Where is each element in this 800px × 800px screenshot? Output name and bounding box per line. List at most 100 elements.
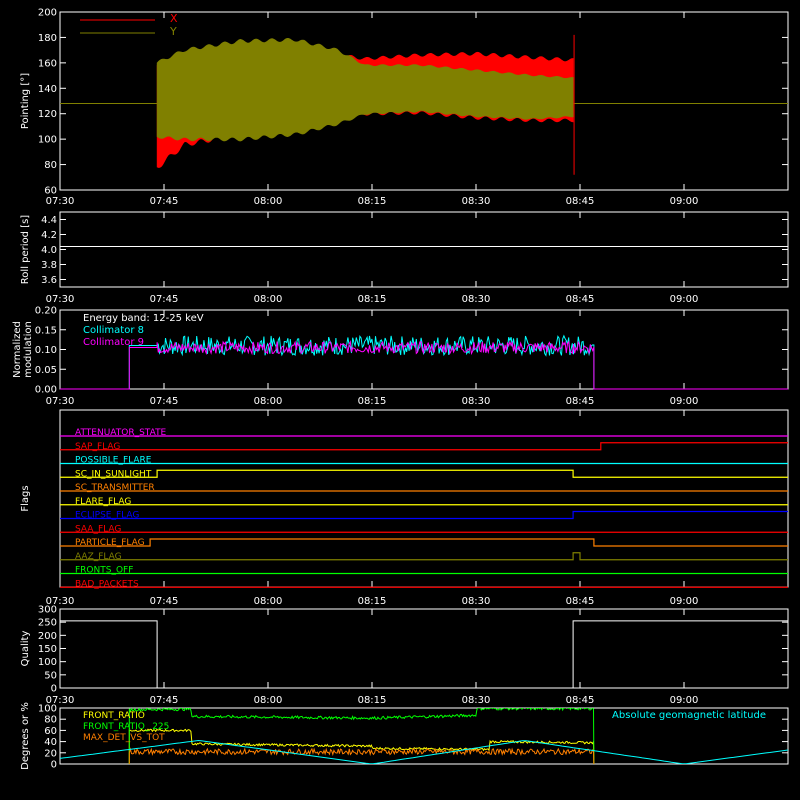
x-tick-label: 08:15	[358, 396, 387, 407]
x-tick-label: 08:30	[462, 695, 491, 706]
flag-label: BAD_PACKETS	[75, 579, 139, 589]
legend-label-y: Y	[169, 25, 177, 38]
y-tick-label: 100	[38, 135, 57, 146]
y-tick-label: 0	[51, 684, 57, 695]
y-tick-label: 4.4	[41, 215, 57, 226]
x-tick-label: 08:00	[254, 196, 283, 207]
y-tick-label: 3.6	[41, 275, 57, 286]
flag-line-aaz-flag	[60, 552, 788, 561]
x-tick-label: 08:15	[358, 596, 387, 607]
y-tick-label: 4.2	[41, 230, 57, 241]
x-tick-label: 08:15	[358, 695, 387, 706]
y-tick-label: 180	[38, 33, 57, 44]
y-tick-label: 50	[44, 670, 57, 681]
y-tick-label: 0.05	[35, 365, 57, 376]
y-tick-label: 40	[44, 737, 57, 748]
ratio-series-2	[128, 708, 595, 764]
legend-label-collimator-8: Collimator 8	[83, 325, 144, 336]
flag-label: FLARE_FLAG	[75, 497, 131, 507]
ratio-series-1	[128, 728, 595, 764]
plot-frame	[59, 211, 789, 288]
x-tick-label: 08:00	[254, 294, 283, 305]
x-tick-label: 07:45	[150, 196, 179, 207]
y-tick-label: 160	[38, 58, 57, 69]
ratio-series-3	[128, 747, 595, 764]
energy-band-annotation: Energy band: 12-25 keV	[83, 313, 204, 324]
x-tick-label: 09:00	[670, 596, 699, 607]
flag-line-sap-flag	[60, 442, 788, 451]
y-tick-label: 0	[51, 760, 57, 771]
x-tick-label: 09:00	[670, 294, 699, 305]
y-tick-label: 200	[38, 631, 57, 642]
y-axis-label: Normalizedmodulation	[12, 321, 34, 378]
flag-label: POSSIBLE_FLARE	[75, 456, 152, 466]
x-tick-label: 08:30	[462, 596, 491, 607]
flag-line-eclipse-flag	[60, 510, 788, 520]
x-tick-label: 08:00	[254, 596, 283, 607]
flag-label: ECLIPSE_FLAG	[75, 511, 139, 521]
panel-4: 07:30 07:45 08:00 08:15 08:30 08:45 09:00Flags…	[20, 409, 789, 607]
x-tick-label: 08:30	[462, 294, 491, 305]
flag-label: AAZ_FLAG	[75, 552, 122, 562]
y-tick-label: 140	[38, 84, 57, 95]
x-tick-label: 08:30	[462, 396, 491, 407]
x-tick-label: 08:00	[254, 695, 283, 706]
y-tick-label: 100	[38, 657, 57, 668]
y-tick-label: 4.0	[41, 245, 57, 256]
y-axis-label: Quality	[20, 631, 31, 667]
y-tick-label: 20	[44, 748, 57, 759]
y-tick-label: 60	[44, 186, 57, 197]
x-tick-label: 09:00	[670, 396, 699, 407]
chart-page: 07:30 07:45 08:00 08:15 08:30 08:45 09:00 60 80 1…	[0, 0, 800, 800]
flag-label: PARTICLE_FLAG	[75, 538, 145, 548]
flag-label: SAP_FLAG	[75, 442, 120, 452]
y-tick-label: 120	[38, 109, 57, 120]
x-tick-label: 08:45	[566, 596, 595, 607]
x-tick-label: 08:45	[566, 396, 595, 407]
x-tick-label: 07:45	[150, 596, 179, 607]
y-tick-label: 0.20	[35, 306, 57, 317]
y-tick-label: 250	[38, 618, 57, 629]
y-tick-label: 300	[38, 605, 57, 616]
y-tick-label: 80	[44, 715, 57, 726]
y-tick-label: 80	[44, 160, 57, 171]
flag-label: FRONTS_OFF	[75, 566, 133, 576]
x-tick-label: 08:45	[566, 695, 595, 706]
x-tick-label: 08:00	[254, 396, 283, 407]
x-tick-label: 08:45	[566, 294, 595, 305]
x-tick-label: 09:00	[670, 695, 699, 706]
x-tick-label: 07:30	[46, 294, 75, 305]
y-axis-label: Degrees or %	[20, 702, 31, 770]
x-tick-label: 07:45	[150, 695, 179, 706]
legend-label-geomagnetic-latitude: Absolute geomagnetic latitude	[612, 710, 766, 721]
x-tick-label: 07:45	[150, 294, 179, 305]
x-tick-label: 08:15	[358, 196, 387, 207]
flag-label: SC_TRANSMITTER	[75, 483, 155, 493]
series-band-y	[156, 37, 574, 142]
x-tick-label: 08:45	[566, 196, 595, 207]
y-axis-label: Pointing [°]	[20, 73, 31, 129]
ratio-series-4	[60, 739, 788, 764]
flag-label: SC_IN_SUNLIGHT	[75, 469, 152, 479]
x-tick-label: 07:30	[46, 196, 75, 207]
panel-6: 020406080100 Degrees or % FRONT_RATIOFRONT…	[20, 702, 789, 771]
y-tick-label: 150	[38, 644, 57, 655]
y-tick-label: 0.00	[35, 385, 57, 396]
x-tick-label: 08:30	[462, 196, 491, 207]
panel-1: 07:30 07:45 08:00 08:15 08:30 08:45 09:00 60 80 1…	[20, 8, 789, 207]
y-tick-label: 0.15	[35, 325, 57, 336]
y-tick-label: 0.10	[35, 345, 57, 356]
legend-label-x: X	[170, 12, 178, 25]
y-tick-label: 60	[44, 726, 57, 737]
flag-line-sc-in-sunlight	[60, 469, 788, 478]
y-axis-label-line: Normalized	[12, 321, 23, 378]
x-tick-label: 07:30	[46, 396, 75, 407]
modulation-series-8	[60, 334, 788, 390]
telemetry-charts: 07:30 07:45 08:00 08:15 08:30 08:45 09:0060801…	[12, 8, 789, 771]
legend-label-ratio-3: MAX_DET_VS_TOT	[83, 733, 165, 743]
y-axis-label: Roll period [s]	[20, 215, 31, 284]
panel-3: 07:30 07:45 08:00 08:15 08:30 08:45 09:00 0.00 0…	[12, 306, 789, 407]
modulation-series-9	[60, 339, 788, 390]
y-tick-label: 200	[38, 8, 57, 19]
x-tick-label: 09:00	[670, 196, 699, 207]
